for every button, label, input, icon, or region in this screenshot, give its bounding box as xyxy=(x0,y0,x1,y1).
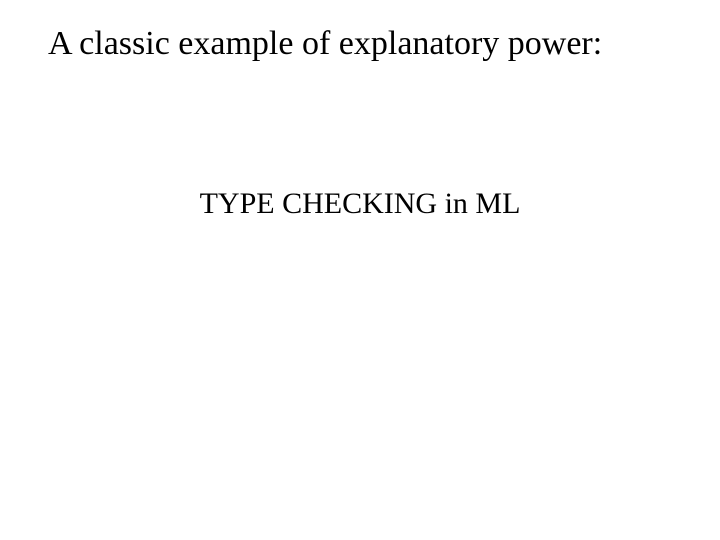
slide-subheading: TYPE CHECKING in ML xyxy=(0,186,720,222)
slide: A classic example of explanatory power: … xyxy=(0,0,720,540)
slide-heading: A classic example of explanatory power: xyxy=(48,24,602,65)
